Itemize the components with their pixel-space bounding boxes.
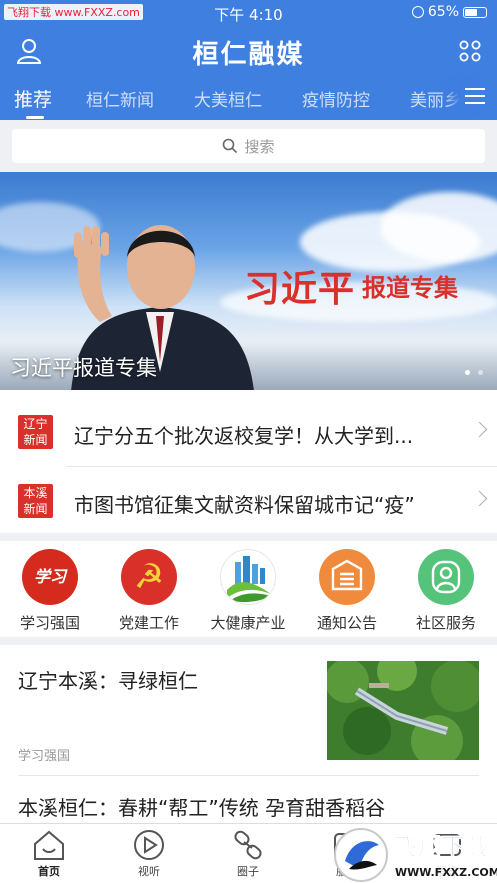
search-input[interactable]: 搜索 xyxy=(12,129,485,163)
site-watermark: 飞翔下载 WWW.FXXZ.COM xyxy=(334,828,497,882)
status-right: 65% xyxy=(411,4,487,20)
app-header: 飞翔下载 www.FXXZ.com 下午 4:10 65% 桓仁融媒 推荐 桓仁… xyxy=(0,0,497,120)
chevron-right-icon xyxy=(471,490,488,507)
badge-line1: 辽宁 xyxy=(23,417,48,431)
tab-huanren-news[interactable]: 桓仁新闻 xyxy=(86,86,154,111)
carousel-dots xyxy=(465,370,483,375)
article-divider xyxy=(18,775,479,776)
notice-board-icon xyxy=(319,549,375,605)
carousel-dot[interactable] xyxy=(478,370,483,375)
tabbar-circle[interactable]: 圈子 xyxy=(213,829,283,879)
carousel-dot[interactable] xyxy=(465,370,470,375)
watermark-url: WWW.FXXZ.COM xyxy=(395,866,497,879)
battery-percent: 65% xyxy=(427,4,459,20)
banner-headline: 习近平 xyxy=(244,268,356,310)
news-list: 辽宁 新闻 辽宁分五个批次返校复学！从大学到... 本溪 新闻 市图书馆征集文献… xyxy=(0,398,497,534)
status-bar: 飞翔下载 www.FXXZ.com 下午 4:10 65% xyxy=(0,0,497,26)
section-separator xyxy=(0,637,497,645)
news-title: 辽宁分五个批次返校复学！从大学到... xyxy=(74,424,414,448)
xuexi-qiangguo-icon: 学习 xyxy=(22,549,78,605)
tab-beautiful-village[interactable]: 美丽乡 xyxy=(410,86,461,111)
article-source: 学习强国 xyxy=(18,749,71,764)
app-title: 桓仁融媒 xyxy=(192,40,305,70)
watermark-text: 飞翔下载 xyxy=(393,833,489,861)
tab-recommend[interactable]: 推荐 xyxy=(14,85,52,112)
service-label: 大健康产业 xyxy=(210,614,286,632)
service-label: 社区服务 xyxy=(415,614,476,632)
top-bar: 桓仁融媒 xyxy=(0,28,497,74)
home-icon xyxy=(34,830,64,860)
city-leaf-icon xyxy=(220,549,276,605)
channel-tabs: 推荐 桓仁新闻 大美桓仁 疫情防控 美丽乡 xyxy=(0,80,497,120)
service-health[interactable]: 大健康产业 xyxy=(200,549,296,633)
tabbar-home[interactable]: 首页 xyxy=(14,829,84,879)
service-party[interactable]: ☭ 党建工作 xyxy=(101,549,197,633)
search-area: 搜索 xyxy=(0,120,497,172)
article-thumbnail xyxy=(327,661,479,760)
link-icon xyxy=(234,830,262,860)
news-title: 市图书馆征集文献资料保留城市记“疫” xyxy=(74,493,415,517)
news-item[interactable]: 辽宁 新闻 辽宁分五个批次返校复学！从大学到... xyxy=(0,398,497,466)
service-community[interactable]: 社区服务 xyxy=(398,549,494,633)
tabbar-label: 圈子 xyxy=(237,865,259,878)
play-icon xyxy=(134,830,164,860)
banner-caption: 习近平报道专集 xyxy=(10,356,157,380)
source-badge: 辽宁 新闻 xyxy=(18,415,53,449)
chevron-right-icon xyxy=(471,421,488,438)
service-label: 学习强国 xyxy=(19,614,80,632)
banner-subheadline: 报道专集 xyxy=(362,274,458,302)
tabbar-label: 首页 xyxy=(38,865,60,878)
section-separator xyxy=(0,533,497,541)
battery-fill xyxy=(465,8,477,16)
article-card[interactable]: 辽宁本溪：寻绿桓仁 学习强国 xyxy=(0,645,497,775)
badge-line2: 新闻 xyxy=(23,433,48,447)
search-icon xyxy=(223,138,238,154)
grid-menu-icon[interactable] xyxy=(459,40,481,62)
badge-line1: 本溪 xyxy=(23,486,48,500)
community-icon xyxy=(418,549,474,605)
tab-active-indicator xyxy=(26,116,44,119)
badge-line2: 新闻 xyxy=(23,502,48,516)
article-title[interactable]: 本溪桓仁：春耕“帮工”传统 孕育甜香稻谷 xyxy=(18,792,385,821)
tabbar-label: 视听 xyxy=(138,865,160,878)
rotation-lock-icon xyxy=(411,6,424,18)
service-shortcuts: 学习 学习强国 ☭ 党建工作 大健康产业 通知公告 社区服务 xyxy=(0,541,497,637)
tabbar-video[interactable]: 视听 xyxy=(114,829,184,879)
tab-beautiful-huanren[interactable]: 大美桓仁 xyxy=(194,86,262,111)
banner-carousel[interactable]: 习近平 报道专集 习近平报道专集 xyxy=(0,172,497,390)
hamburger-menu-icon[interactable] xyxy=(465,88,485,106)
service-label: 党建工作 xyxy=(118,614,179,632)
party-emblem-icon: ☭ xyxy=(121,549,177,605)
service-notice[interactable]: 通知公告 xyxy=(299,549,395,633)
search-placeholder: 搜索 xyxy=(244,137,275,156)
battery-icon xyxy=(463,6,487,18)
service-label: 通知公告 xyxy=(316,614,377,632)
tab-epidemic[interactable]: 疫情防控 xyxy=(302,86,370,111)
service-xuexi[interactable]: 学习 学习强国 xyxy=(2,549,98,633)
news-item[interactable]: 本溪 新闻 市图书馆征集文献资料保留城市记“疫” xyxy=(18,466,497,534)
article-title: 辽宁本溪：寻绿桓仁 xyxy=(18,669,198,693)
source-badge: 本溪 新闻 xyxy=(18,484,53,518)
